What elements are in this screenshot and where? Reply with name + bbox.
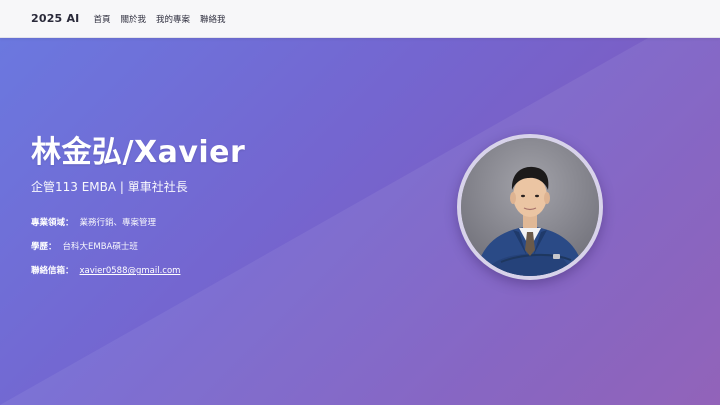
page: 2025 AI 首頁 關於我 我的專案 聯絡我 林金弘/Xavier 企管113… — [0, 0, 720, 405]
education-row: 學歷： 台科大EMBA碩士班 — [31, 240, 138, 252]
brand-logo[interactable]: 2025 AI — [31, 12, 79, 25]
email-link[interactable]: xavier0588@gmail.com — [80, 266, 181, 276]
education-label: 學歷： — [31, 242, 57, 252]
nav-link-about[interactable]: 關於我 — [120, 13, 146, 25]
nav-link-home[interactable]: 首頁 — [93, 13, 110, 25]
email-label: 聯絡信箱： — [31, 266, 74, 276]
nav-link-contact[interactable]: 聯絡我 — [200, 13, 226, 25]
nav-links: 首頁 關於我 我的專案 聯絡我 — [93, 13, 225, 25]
nav-link-projects[interactable]: 我的專案 — [156, 13, 190, 25]
expertise-row: 專業領域： 業務行銷、專案管理 — [31, 216, 156, 228]
expertise-label: 專業領域： — [31, 218, 74, 228]
portrait-illustration — [461, 138, 599, 276]
hero-section: 林金弘/Xavier 企管113 EMBA | 單車社社長 專業領域： 業務行銷、… — [0, 38, 720, 405]
profile-name: 林金弘/Xavier — [31, 135, 246, 170]
navbar: 2025 AI 首頁 關於我 我的專案 聯絡我 — [0, 0, 720, 38]
education-value: 台科大EMBA碩士班 — [62, 242, 138, 252]
profile-subtitle: 企管113 EMBA | 單車社社長 — [31, 180, 188, 194]
profile-photo — [457, 134, 603, 280]
expertise-value: 業務行銷、專案管理 — [79, 218, 157, 228]
email-row: 聯絡信箱： xavier0588@gmail.com — [31, 264, 180, 276]
